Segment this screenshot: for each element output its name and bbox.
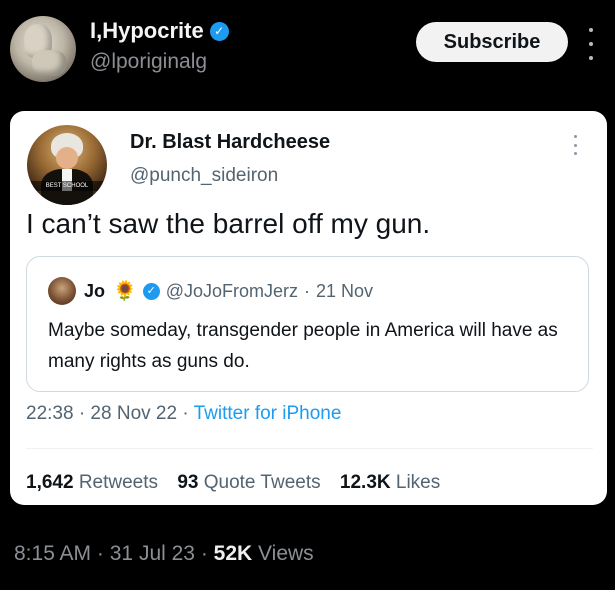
avatar[interactable] — [10, 16, 76, 82]
quoted-tweet-text: Maybe someday, transgender people in Ame… — [48, 320, 558, 372]
quoted-tweet-header: Jo 🌻 ✓ @JoJoFromJerz · 21 Nov — [48, 277, 373, 305]
embedded-avatar: BEST SCHOOL — [27, 125, 107, 205]
statue-body-shape — [32, 50, 66, 76]
views-count[interactable]: 52K — [214, 542, 253, 565]
tweet-meta: 8:15 AM · 31 Jul 23 · 52K Views — [14, 542, 314, 565]
embedded-timestamp: 22:38 · 28 Nov 22 · Twitter for iPhone — [26, 403, 341, 425]
verified-badge-icon: ✓ — [209, 21, 229, 41]
more-options-icon — [572, 135, 578, 155]
quoted-date: 21 Nov — [315, 280, 374, 301]
quoted-handle: @JoJoFromJerz — [165, 280, 298, 301]
quoted-separator: · — [303, 280, 310, 301]
quoted-tweet: Jo 🌻 ✓ @JoJoFromJerz · 21 Nov Maybe some… — [26, 256, 589, 392]
post-date[interactable]: 31 Jul 23 — [110, 542, 195, 565]
engagement-stats: 1,642 Retweets 93 Quote Tweets 12.3K Lik… — [26, 472, 454, 494]
quote-tweets-stat: 93 Quote Tweets — [177, 472, 321, 493]
embedded-tweet-text: I can’t saw the barrel off my gun. — [26, 208, 431, 239]
likes-stat: 12.3K Likes — [339, 472, 441, 493]
retweets-stat: 1,642 Retweets — [26, 472, 159, 493]
sunflower-icon: 🌻 — [113, 280, 137, 302]
divider — [26, 448, 593, 449]
quoted-name: Jo — [84, 280, 106, 301]
timestamp-text: 22:38 · 28 Nov 22 · — [26, 403, 189, 424]
more-options-icon[interactable] — [585, 28, 597, 60]
display-name[interactable]: I,Hypocrite ✓ — [90, 18, 229, 44]
display-name-text: I,Hypocrite — [90, 18, 204, 43]
avatar-caption: BEST SCHOOL — [27, 181, 107, 191]
quoted-avatar — [48, 277, 76, 305]
post-time[interactable]: 8:15 AM — [14, 542, 91, 565]
verified-badge-icon: ✓ — [142, 282, 160, 300]
embedded-tweet-image[interactable]: BEST SCHOOL Dr. Blast Hardcheese @punch_… — [10, 111, 607, 505]
user-handle[interactable]: @lporiginalg — [90, 50, 207, 74]
client-link: Twitter for iPhone — [193, 403, 342, 424]
embedded-display-name: Dr. Blast Hardcheese — [130, 131, 331, 153]
embedded-handle: @punch_sideiron — [130, 165, 279, 186]
views-label: Views — [258, 542, 314, 565]
subscribe-button[interactable]: Subscribe — [416, 22, 568, 62]
